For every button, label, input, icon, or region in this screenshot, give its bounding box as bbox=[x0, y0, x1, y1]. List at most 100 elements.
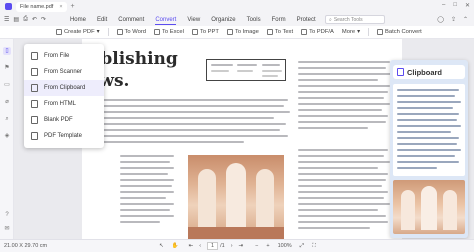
from-file-item[interactable]: From File bbox=[24, 48, 104, 64]
to-text-button[interactable]: To Text bbox=[266, 29, 294, 35]
to-image-button[interactable]: To Image bbox=[226, 29, 259, 35]
to-image-label: To Image bbox=[234, 29, 259, 35]
to-word-button[interactable]: To Word bbox=[116, 29, 147, 35]
document-tab[interactable]: File name.pdf × bbox=[16, 1, 67, 12]
excel-icon bbox=[154, 29, 161, 35]
hand-icon[interactable]: ✋ bbox=[172, 243, 179, 249]
fullscreen-icon[interactable]: ⛶ bbox=[312, 243, 316, 250]
notification-icon[interactable]: ✉ bbox=[3, 225, 11, 233]
file-icon bbox=[31, 52, 38, 60]
document-tab-label: File name.pdf bbox=[20, 3, 54, 10]
zoom-level[interactable]: 100% bbox=[278, 243, 292, 249]
create-pdf-label: Create PDF bbox=[64, 29, 95, 35]
upload-icon[interactable]: ⇪ bbox=[451, 16, 456, 23]
pdfa-icon bbox=[301, 29, 308, 35]
status-bar: 21.00 X 29.70 cm ↖ ✋ ⇤ ‹ 1 /1 › ⇥ − + 10… bbox=[0, 239, 474, 252]
more-button[interactable]: More ▾ bbox=[342, 29, 360, 35]
pdf-template-label: PDF Template bbox=[44, 133, 82, 139]
to-ppt-button[interactable]: To PPT bbox=[191, 29, 219, 35]
menu-home[interactable]: Home bbox=[70, 13, 86, 26]
menu-comment[interactable]: Comment bbox=[118, 13, 144, 26]
menu-left-tools: ☰ ▤ ⎙ ↶ ↷ bbox=[4, 16, 46, 23]
menu-organize[interactable]: Organize bbox=[211, 13, 235, 26]
zoom-out-icon[interactable]: − bbox=[255, 243, 258, 249]
thumbnails-icon[interactable]: ▯ bbox=[3, 47, 11, 55]
html-icon bbox=[31, 100, 38, 108]
from-html-label: From HTML bbox=[44, 101, 76, 107]
from-clipboard-label: From Clipboard bbox=[44, 85, 86, 91]
to-text-label: To Text bbox=[274, 29, 294, 35]
create-pdf-button[interactable]: Create PDF ▾ bbox=[56, 29, 100, 35]
batch-convert-button[interactable]: Batch Convert bbox=[377, 29, 422, 35]
menu-protect[interactable]: Protect bbox=[297, 13, 316, 26]
menu-form[interactable]: Form bbox=[272, 13, 286, 26]
from-scanner-item[interactable]: From Scanner bbox=[24, 64, 104, 80]
from-html-item[interactable]: From HTML bbox=[24, 96, 104, 112]
clipboard-icon bbox=[397, 68, 404, 76]
attachment-icon[interactable]: ⌀ bbox=[3, 98, 11, 106]
comment-icon[interactable]: ▭ bbox=[3, 81, 11, 89]
search-icon: ⌕ bbox=[329, 16, 332, 23]
menu-view[interactable]: View bbox=[187, 13, 200, 26]
to-pdfa-button[interactable]: To PDF/A bbox=[301, 29, 334, 35]
arch-photo bbox=[188, 155, 284, 239]
prev-page-icon[interactable]: ‹ bbox=[199, 243, 201, 249]
print-icon[interactable]: ⎙ bbox=[23, 16, 28, 23]
left-sidebar: ▯ ⚑ ▭ ⌀ ⌕ ◈ ? ✉ bbox=[0, 39, 14, 239]
from-file-label: From File bbox=[44, 53, 70, 59]
clipboard-text-preview[interactable] bbox=[393, 84, 465, 176]
info-box bbox=[206, 59, 286, 81]
save-icon[interactable]: ▤ bbox=[13, 16, 19, 23]
zoom-in-icon[interactable]: + bbox=[266, 243, 269, 249]
pdf-page: ublishing ows. bbox=[82, 39, 402, 239]
clipboard-image-preview[interactable] bbox=[393, 180, 465, 234]
word-icon bbox=[116, 29, 123, 35]
first-page-icon[interactable]: ⇤ bbox=[189, 243, 194, 249]
search-panel-icon[interactable]: ⌕ bbox=[3, 115, 11, 123]
menu-bar: ☰ ▤ ⎙ ↶ ↷ Home Edit Comment Convert View… bbox=[0, 13, 474, 26]
close-window-icon[interactable]: ✕ bbox=[465, 2, 470, 9]
maximize-icon[interactable]: □ bbox=[453, 2, 457, 9]
toolbar-divider bbox=[368, 28, 370, 36]
search-tools-input[interactable]: ⌕ Search Tools bbox=[325, 15, 385, 24]
last-page-icon[interactable]: ⇥ bbox=[239, 243, 244, 249]
clipboard-panel: Clipboard bbox=[390, 60, 468, 238]
menu-right-icons: ◯ ⇪ ⌃ bbox=[437, 16, 468, 23]
close-tab-icon[interactable]: × bbox=[59, 4, 62, 10]
hamburger-icon[interactable]: ☰ bbox=[4, 16, 9, 23]
new-tab-icon[interactable]: + bbox=[71, 3, 75, 10]
minimize-icon[interactable]: – bbox=[442, 2, 445, 9]
chevron-down-icon: ▾ bbox=[96, 29, 100, 35]
chevron-down-icon: ▾ bbox=[357, 29, 361, 35]
from-scanner-label: From Scanner bbox=[44, 69, 83, 75]
layers-icon[interactable]: ◈ bbox=[3, 132, 11, 140]
blank-pdf-item[interactable]: Blank PDF bbox=[24, 112, 104, 128]
cursor-icon[interactable]: ↖ bbox=[159, 243, 164, 249]
page-total: /1 bbox=[220, 243, 225, 249]
from-clipboard-item[interactable]: From Clipboard bbox=[24, 80, 104, 96]
clipboard-title: Clipboard bbox=[407, 67, 442, 77]
convert-toolbar: Create PDF ▾ To Word To Excel To PPT To … bbox=[0, 26, 474, 39]
create-pdf-icon bbox=[56, 29, 62, 35]
next-page-icon[interactable]: › bbox=[231, 243, 233, 249]
fit-page-icon[interactable]: ⤢ bbox=[300, 243, 304, 250]
redo-icon[interactable]: ↷ bbox=[41, 16, 46, 23]
blank-pdf-label: Blank PDF bbox=[44, 117, 73, 123]
user-icon[interactable]: ◯ bbox=[437, 16, 444, 23]
to-excel-label: To Excel bbox=[162, 29, 184, 35]
pdf-template-item[interactable]: PDF Template bbox=[24, 128, 104, 144]
menu-edit[interactable]: Edit bbox=[97, 13, 107, 26]
to-word-label: To Word bbox=[124, 29, 147, 35]
undo-icon[interactable]: ↶ bbox=[32, 16, 37, 23]
menu-convert[interactable]: Convert bbox=[155, 13, 177, 26]
chevron-up-icon[interactable]: ⌃ bbox=[463, 16, 468, 23]
menu-tools[interactable]: Tools bbox=[247, 13, 261, 26]
window-controls: – □ ✕ bbox=[442, 2, 470, 9]
batch-convert-icon bbox=[377, 29, 384, 35]
page-dimensions: 21.00 X 29.70 cm bbox=[4, 243, 48, 249]
page-number-input[interactable]: 1 bbox=[207, 242, 219, 250]
help-icon[interactable]: ? bbox=[3, 211, 11, 219]
to-excel-button[interactable]: To Excel bbox=[154, 29, 184, 35]
bookmark-icon[interactable]: ⚑ bbox=[3, 64, 11, 72]
scanner-icon bbox=[31, 68, 38, 76]
